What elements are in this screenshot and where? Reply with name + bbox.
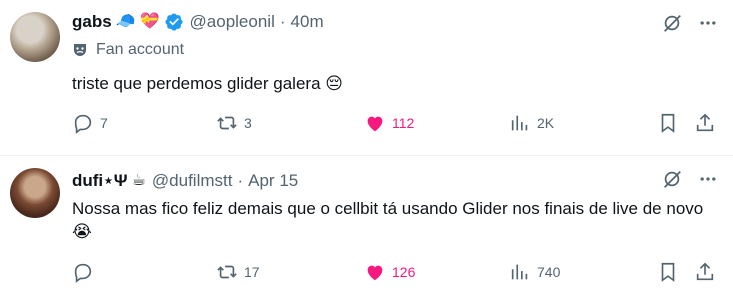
author-name[interactable]: gabs [72, 12, 112, 32]
grok-icon [664, 15, 681, 32]
reply-count: 7 [100, 115, 108, 131]
fan-account-text: Fan account [96, 41, 185, 58]
theater-mask-icon [74, 44, 86, 56]
reply-button[interactable] [72, 257, 100, 287]
tweet-top-icons [649, 10, 721, 36]
views-count: 2K [537, 115, 555, 131]
reply-icon [74, 263, 92, 283]
action-bar: 7 3 112 2K [62, 108, 726, 138]
grok-icon [664, 171, 681, 188]
like-button[interactable]: 126 [364, 257, 415, 287]
tweet-text: Nossa mas fico feliz demais que o cellbi… [72, 199, 704, 241]
grok-button[interactable] [659, 166, 685, 192]
author-handle[interactable]: @dufilmstt [152, 171, 233, 191]
more-button[interactable] [695, 166, 721, 192]
timestamp[interactable]: 40m [291, 12, 324, 32]
name-emoji: ☕ [131, 172, 146, 189]
like-count: 126 [392, 264, 416, 280]
name-emoji: 💝 [139, 13, 160, 30]
repost-button[interactable]: 3 [216, 108, 252, 138]
views-button[interactable]: 740 [509, 257, 560, 287]
fan-account-label: Fan account [72, 41, 184, 59]
repost-count: 17 [244, 264, 260, 280]
like-button[interactable]: 112 [364, 108, 414, 138]
tweet-header: gabs 🧢 💝 @aopleonil · 40m [72, 10, 324, 34]
repost-button[interactable]: 17 [216, 257, 260, 287]
views-icon [511, 264, 528, 280]
tweet-1[interactable]: gabs 🧢 💝 @aopleonil · 40m Fan account tr… [0, 0, 733, 155]
tweet-header: dufi⋆Ψ ☕ @dufilmstt · Apr 15 [72, 169, 298, 193]
like-count: 112 [392, 115, 415, 131]
separator-dot: · [237, 171, 244, 190]
tweet-text: triste que perdemos glider galera 😔 [72, 74, 343, 93]
reply-icon [74, 114, 92, 134]
more-icon [700, 177, 716, 181]
repost-count: 3 [244, 115, 252, 131]
tweet-top-icons [649, 166, 721, 192]
heart-icon [367, 116, 383, 132]
bookmark-icon [661, 113, 675, 133]
reply-button[interactable]: 7 [72, 108, 108, 138]
more-icon [700, 21, 716, 25]
separator-dot: · [279, 12, 286, 31]
repost-icon [217, 116, 237, 130]
share-icon [696, 262, 714, 281]
bookmark-button[interactable] [657, 257, 679, 287]
verified-badge-icon [164, 12, 184, 32]
avatar[interactable] [10, 12, 60, 62]
author-name[interactable]: dufi⋆Ψ [72, 171, 128, 191]
more-button[interactable] [695, 10, 721, 36]
repost-icon [217, 265, 237, 279]
share-icon [696, 113, 714, 132]
grok-button[interactable] [659, 10, 685, 36]
views-button[interactable]: 2K [509, 108, 554, 138]
bookmark-button[interactable] [657, 108, 679, 138]
views-count: 740 [537, 264, 561, 280]
heart-icon [367, 265, 383, 281]
avatar[interactable] [10, 168, 60, 218]
name-emoji: 🧢 [115, 13, 136, 30]
bookmark-icon [661, 262, 675, 282]
author-handle[interactable]: @aopleonil [190, 12, 275, 32]
tweet-2[interactable]: dufi⋆Ψ ☕ @dufilmstt · Apr 15 Nossa mas f… [0, 156, 733, 308]
timestamp[interactable]: Apr 15 [248, 171, 298, 191]
views-icon [511, 115, 528, 131]
share-button[interactable] [694, 257, 716, 287]
share-button[interactable] [694, 108, 716, 138]
action-bar: 17 126 740 [62, 257, 726, 287]
